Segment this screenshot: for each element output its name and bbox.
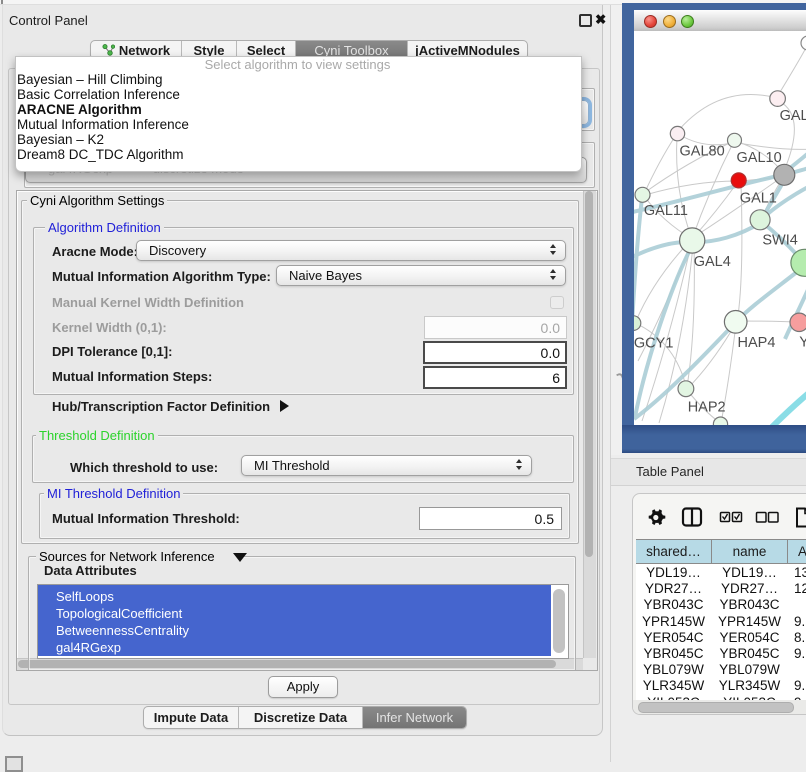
svg-text:SWI4: SWI4 <box>762 233 797 249</box>
svg-text:HAP4: HAP4 <box>738 335 776 351</box>
svg-text:GCY1: GCY1 <box>634 336 673 352</box>
svg-text:HAP2: HAP2 <box>688 399 726 415</box>
svg-text:GAL1: GAL1 <box>740 191 777 207</box>
svg-text:GAL4: GAL4 <box>694 254 731 270</box>
svg-text:Y: Y <box>799 334 806 350</box>
svg-text:GAL80: GAL80 <box>680 143 725 159</box>
svg-text:GAL11: GAL11 <box>644 203 688 219</box>
svg-text:GAL10: GAL10 <box>737 150 782 166</box>
svg-text:GAL: GAL <box>780 108 806 124</box>
